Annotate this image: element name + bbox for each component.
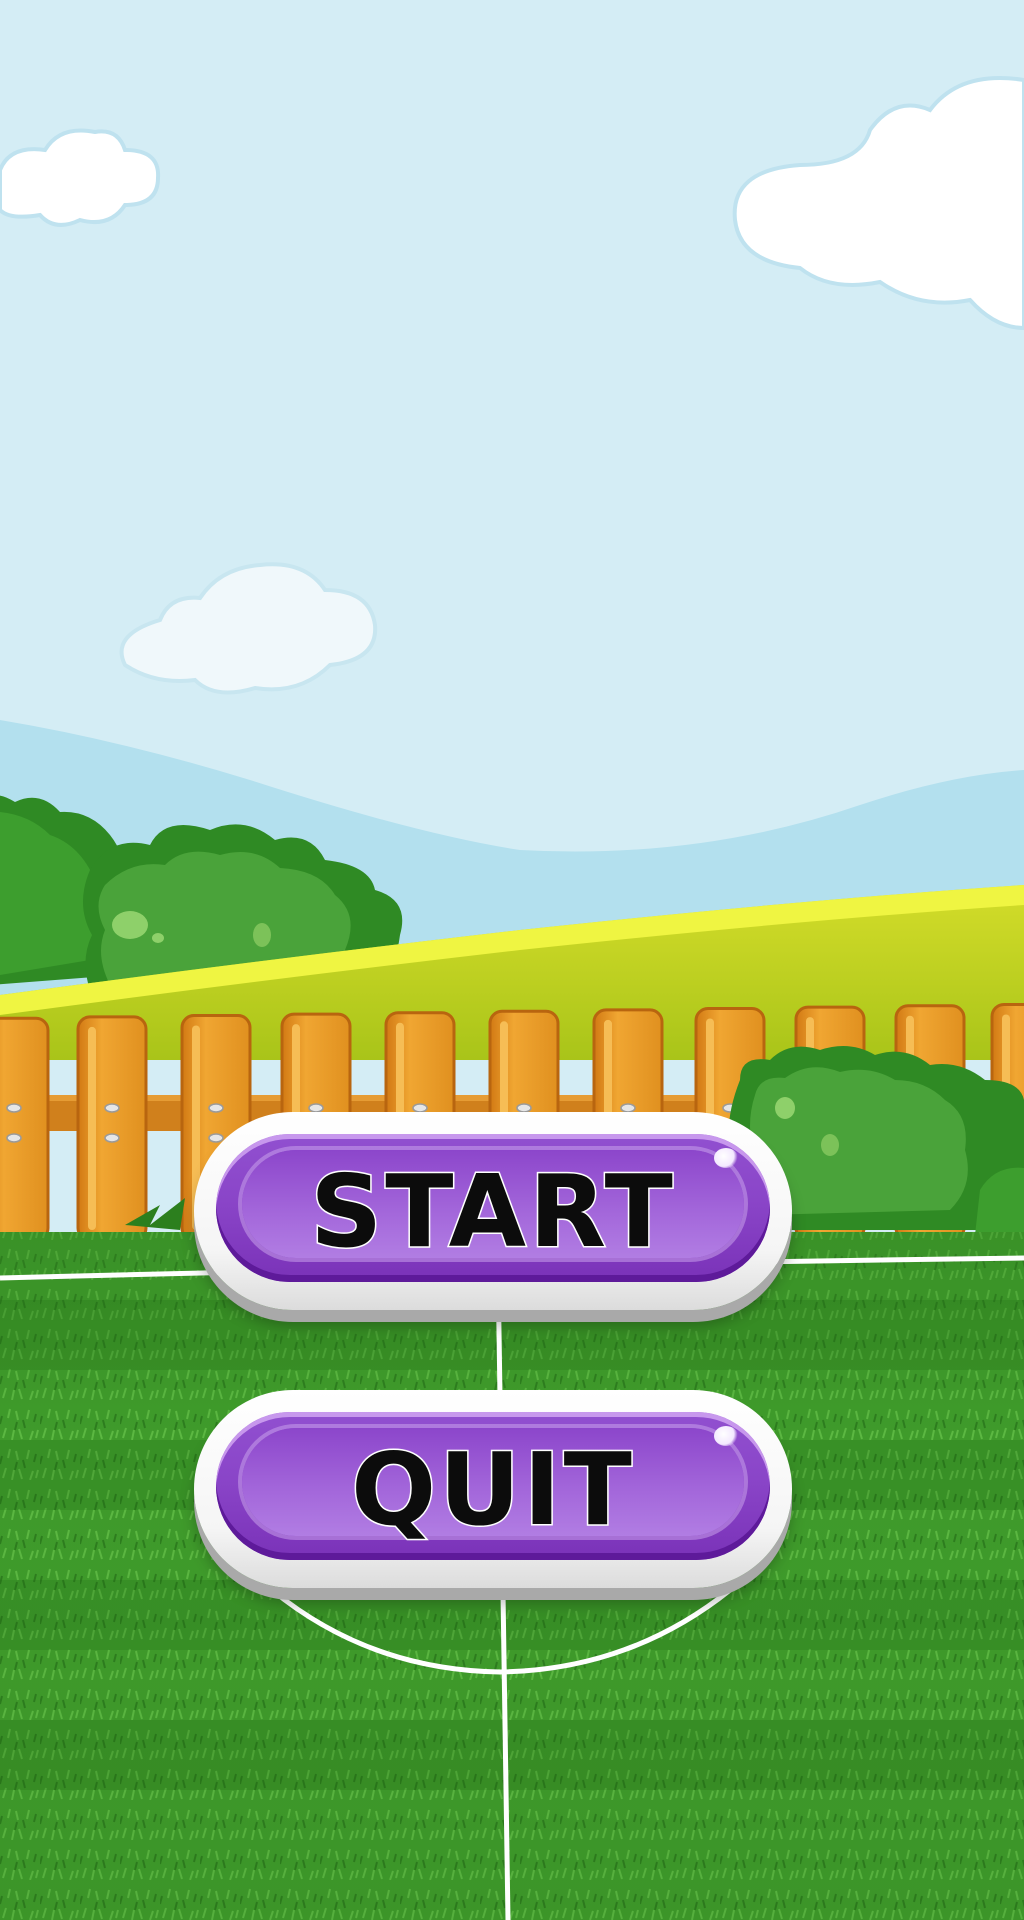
fence-plank-highlight (88, 1026, 96, 1230)
menu-screen: START QUIT (0, 0, 1024, 1920)
fence-nail (516, 1103, 532, 1113)
fence-nail (6, 1103, 22, 1113)
button-shine (714, 1426, 738, 1446)
button-shine (714, 1148, 738, 1168)
fence-nail (620, 1103, 636, 1113)
fence-plank (0, 1016, 50, 1242)
fence-nail (208, 1103, 224, 1113)
background-scene (0, 0, 1024, 1920)
fence-nail (208, 1133, 224, 1143)
fence-nail (412, 1103, 428, 1113)
fence-nail (6, 1133, 22, 1143)
fence-nail (104, 1103, 120, 1113)
fence-nail (308, 1103, 324, 1113)
quit-button[interactable]: QUIT (194, 1390, 792, 1588)
fence-nail (104, 1133, 120, 1143)
start-button[interactable]: START (194, 1112, 792, 1310)
